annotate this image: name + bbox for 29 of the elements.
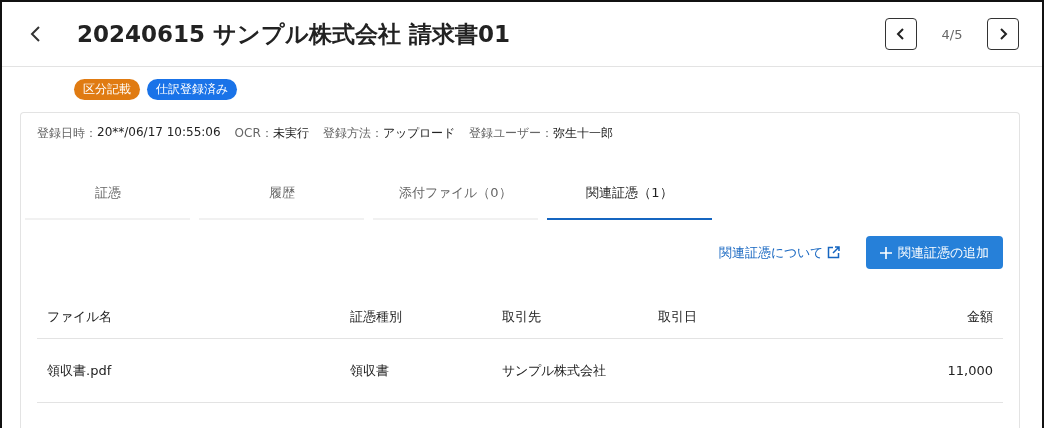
next-button[interactable] — [987, 18, 1019, 50]
status-tag: 区分記載 — [74, 79, 140, 100]
meta-value: 弥生十一郎 — [552, 125, 613, 142]
column-header: ファイル名 — [47, 308, 113, 326]
meta-label: OCR： — [234, 125, 273, 142]
plus-icon — [880, 246, 892, 259]
column-header: 金額 — [966, 308, 993, 326]
column-header: 証憑種別 — [350, 308, 403, 326]
page-title: 20240615 サンプル株式会社 請求書01 — [77, 19, 512, 49]
chevron-right-icon — [997, 27, 1009, 41]
meta-label: 登録日時： — [37, 125, 97, 142]
previous-button[interactable] — [885, 18, 917, 50]
meta-value: アップロード — [382, 125, 455, 142]
meta-value: 20**/06/17 10:55:06 — [97, 125, 221, 141]
status-tag: 仕訳登録済み — [147, 79, 237, 100]
external-link-icon — [827, 246, 840, 259]
table-cell-text: 領収書 — [350, 361, 390, 380]
add-button[interactable]: 関連証憑の追加 — [866, 236, 1003, 269]
page-counter: 4/5 — [940, 26, 964, 42]
column-header: 取引先 — [502, 308, 542, 326]
table-cell-text: 領収書.pdf — [47, 361, 113, 380]
chevron-left-icon — [895, 27, 907, 41]
meta-value: 未実行 — [272, 125, 309, 142]
table-cell-text: 11,000 — [946, 363, 993, 378]
meta-label: 登録ユーザー： — [468, 125, 553, 142]
help-link[interactable]: 関連証憑について — [719, 243, 840, 262]
table-cell-text: サンプル株式会社 — [502, 361, 607, 380]
meta-label: 登録方法： — [322, 125, 383, 142]
column-header: 取引日 — [658, 308, 698, 326]
